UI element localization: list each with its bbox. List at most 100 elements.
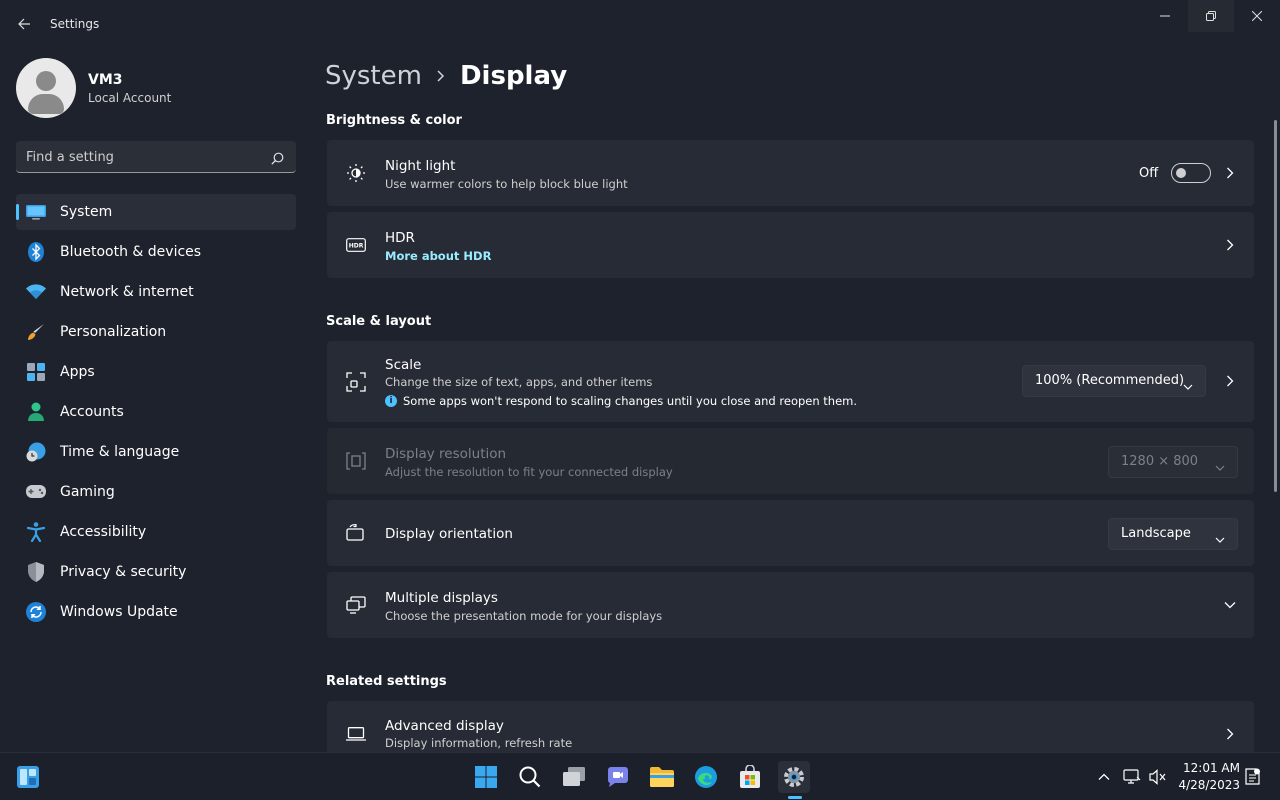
network-icon xyxy=(1123,769,1141,784)
back-button[interactable] xyxy=(12,12,36,36)
display-resolution-card: Display resolution Adjust the resolution… xyxy=(327,428,1254,494)
night-light-toggle-label: Off xyxy=(1139,166,1159,181)
sidebar-item-personalization[interactable]: Personalization xyxy=(16,314,296,350)
sidebar-item-label: Accounts xyxy=(60,404,124,420)
search-box xyxy=(16,141,296,173)
taskbar-clock-date[interactable]: 4/28/2023 xyxy=(1172,778,1240,792)
show-hidden-icons-button[interactable] xyxy=(1094,767,1114,787)
gamepad-icon xyxy=(26,482,46,502)
profile-account-type: Local Account xyxy=(88,91,172,105)
scale-info-text: Some apps won't respond to scaling chang… xyxy=(403,394,858,408)
taskbar: 12:01 AM 4/28/2023 xyxy=(0,752,1280,800)
chevron-right-icon xyxy=(1222,165,1238,181)
chevron-right-icon xyxy=(436,70,446,82)
settings-app-button[interactable] xyxy=(778,761,810,793)
volume-tray-button[interactable] xyxy=(1148,767,1168,787)
section-title-related: Related settings xyxy=(326,674,447,689)
breadcrumb-parent[interactable]: System xyxy=(325,61,422,91)
folder-icon xyxy=(650,767,674,787)
sidebar-item-accounts[interactable]: Accounts xyxy=(16,394,296,430)
scale-dropdown[interactable]: 100% (Recommended) xyxy=(1022,365,1206,397)
task-view-icon xyxy=(563,767,585,786)
bluetooth-icon xyxy=(26,242,46,262)
orientation-dropdown[interactable]: Landscape xyxy=(1108,518,1238,550)
hdr-icon: HDR xyxy=(345,234,367,256)
sidebar-item-label: Windows Update xyxy=(60,604,178,620)
scale-info-row: i Some apps won't respond to scaling cha… xyxy=(385,394,857,408)
hdr-link[interactable]: More about HDR xyxy=(385,249,491,263)
sidebar-item-network[interactable]: Network & internet xyxy=(16,274,296,310)
advanced-display-subtitle: Display information, refresh rate xyxy=(385,736,573,750)
sidebar-item-accessibility[interactable]: Accessibility xyxy=(16,514,296,550)
multiple-displays-title: Multiple displays xyxy=(385,590,498,606)
resolution-icon xyxy=(345,450,367,472)
chevron-down-icon xyxy=(1215,529,1225,548)
accessibility-icon xyxy=(26,522,46,542)
sidebar-item-label: Network & internet xyxy=(60,284,194,300)
night-light-title: Night light xyxy=(385,158,456,174)
sidebar-item-privacy[interactable]: Privacy & security xyxy=(16,554,296,590)
restore-button[interactable] xyxy=(1188,0,1234,32)
taskbar-clock-time[interactable]: 12:01 AM xyxy=(1180,761,1240,775)
scale-card: Scale Change the size of text, apps, and… xyxy=(327,341,1254,422)
advanced-display-card[interactable]: Advanced display Display information, re… xyxy=(327,701,1254,752)
chevron-right-icon[interactable] xyxy=(1222,373,1238,389)
page-title: Display xyxy=(459,61,568,91)
night-light-toggle[interactable] xyxy=(1171,163,1211,183)
info-icon: i xyxy=(385,395,397,407)
orientation-dropdown-value: Landscape xyxy=(1121,526,1191,541)
laptop-icon xyxy=(345,723,367,745)
task-view-button[interactable] xyxy=(558,761,590,793)
chevron-down-icon xyxy=(1183,376,1193,395)
edge-icon xyxy=(695,766,717,788)
windows-logo-icon xyxy=(475,766,497,788)
widgets-button[interactable] xyxy=(12,761,44,793)
close-button[interactable] xyxy=(1234,0,1280,32)
sidebar-item-windows-update[interactable]: Windows Update xyxy=(16,594,296,630)
sidebar-item-label: Bluetooth & devices xyxy=(60,244,202,260)
night-light-card[interactable]: Night light Use warmer colors to help bl… xyxy=(327,140,1254,206)
person-icon xyxy=(26,402,46,422)
advanced-display-title: Advanced display xyxy=(385,718,504,734)
search-button[interactable] xyxy=(514,761,546,793)
sidebar-item-system[interactable]: System xyxy=(16,194,296,230)
start-button[interactable] xyxy=(470,761,502,793)
sidebar-item-time-language[interactable]: Time & language xyxy=(16,434,296,470)
resolution-dropdown-value: 1280 × 800 xyxy=(1121,454,1199,469)
minimize-icon xyxy=(1160,15,1170,17)
sidebar-item-gaming[interactable]: Gaming xyxy=(16,474,296,510)
multiple-displays-card[interactable]: Multiple displays Choose the presentatio… xyxy=(327,572,1254,638)
shield-icon xyxy=(26,562,46,582)
hdr-card[interactable]: HDR HDR More about HDR xyxy=(327,212,1254,278)
edge-browser-button[interactable] xyxy=(690,761,722,793)
network-tray-button[interactable] xyxy=(1122,767,1142,787)
notifications-button[interactable] xyxy=(1242,767,1262,787)
back-arrow-icon xyxy=(18,18,30,30)
resolution-dropdown: 1280 × 800 xyxy=(1108,446,1238,478)
avatar xyxy=(16,58,76,118)
profile-name: VM3 xyxy=(88,72,123,88)
store-icon xyxy=(740,765,760,788)
store-button[interactable] xyxy=(734,761,766,793)
sidebar-item-bluetooth[interactable]: Bluetooth & devices xyxy=(16,234,296,270)
scale-subtitle: Change the size of text, apps, and other… xyxy=(385,375,653,389)
search-icon xyxy=(519,766,541,788)
scale-icon xyxy=(345,371,367,393)
scrollbar[interactable] xyxy=(1274,120,1277,492)
teams-chat-button[interactable] xyxy=(602,761,634,793)
sidebar-nav: System Bluetooth & devices Network & int… xyxy=(16,194,296,634)
restore-icon xyxy=(1206,11,1216,21)
sidebar-item-label: Privacy & security xyxy=(60,564,187,580)
file-explorer-button[interactable] xyxy=(646,761,678,793)
sidebar-item-apps[interactable]: Apps xyxy=(16,354,296,390)
search-input[interactable] xyxy=(26,147,256,167)
multiple-displays-icon xyxy=(345,594,367,616)
chevron-right-icon xyxy=(1222,726,1238,742)
search-icon[interactable] xyxy=(271,150,284,169)
active-app-indicator xyxy=(788,796,802,799)
minimize-button[interactable] xyxy=(1142,0,1188,32)
volume-muted-icon xyxy=(1149,769,1166,785)
scale-title: Scale xyxy=(385,357,422,373)
widgets-icon xyxy=(17,766,39,788)
brush-icon xyxy=(26,322,46,342)
